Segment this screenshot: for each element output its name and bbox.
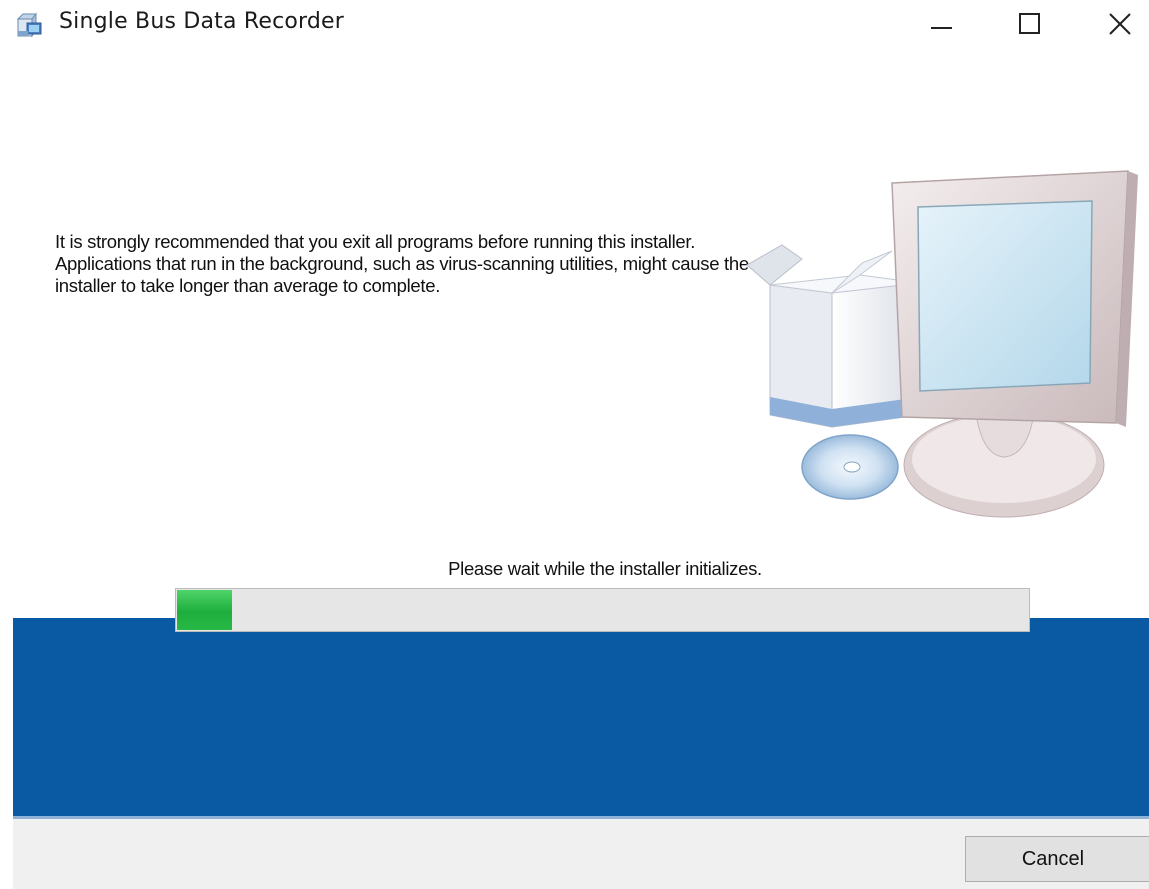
installer-window: Single Bus Data Recorder It is strongly …	[0, 0, 1149, 889]
installer-message: It is strongly recommended that you exit…	[55, 231, 749, 296]
progress-bar	[175, 588, 1030, 632]
minimize-button[interactable]	[912, 0, 972, 48]
maximize-button[interactable]	[1000, 0, 1060, 48]
installer-box-icon	[16, 12, 42, 38]
window-title: Single Bus Data Recorder	[59, 9, 345, 34]
progress-fill	[177, 590, 232, 630]
maximize-icon	[1019, 13, 1040, 34]
minimize-icon	[931, 27, 952, 29]
title-bar[interactable]: Single Bus Data Recorder	[0, 0, 1149, 48]
cancel-button[interactable]: Cancel	[965, 836, 1149, 882]
status-message: Please wait while the installer initiali…	[448, 558, 762, 579]
header-band	[13, 618, 1149, 816]
close-icon	[1109, 13, 1131, 35]
computer-setup-icon	[746, 170, 1138, 518]
close-button[interactable]	[1090, 0, 1149, 48]
